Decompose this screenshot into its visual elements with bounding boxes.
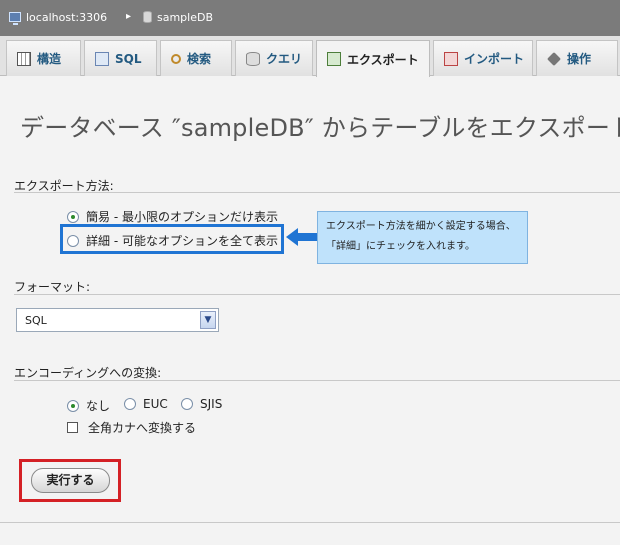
encoding-euc[interactable]: EUC <box>124 397 168 411</box>
tab-label: SQL <box>115 51 142 66</box>
section-divider <box>14 294 620 295</box>
fullwidth-kana-option[interactable]: 全角カナへ変換する <box>67 419 196 436</box>
callout-note: エクスポート方法を細かく設定する場合、 「詳細」にチェックを入れます。 <box>317 211 528 264</box>
import-icon <box>444 51 458 66</box>
section-divider <box>14 380 620 381</box>
tab-query[interactable]: クエリ <box>235 40 313 76</box>
callout-arrow-icon <box>286 228 298 246</box>
format-select-value: SQL <box>25 314 47 327</box>
tab-label: 構造 <box>37 52 62 66</box>
export-method-detail-label: 詳細 - 可能なオプションを全て表示 <box>86 234 278 248</box>
callout-line-1: エクスポート方法を細かく設定する場合、 <box>326 221 516 232</box>
tab-label: 検索 <box>187 52 212 66</box>
page-title: データベース ″sampleDB″ からテーブルをエクスポート <box>20 114 620 142</box>
chevron-down-icon[interactable]: ▼ <box>200 311 216 329</box>
tab-label: 操作 <box>567 52 592 66</box>
structure-icon <box>17 51 31 66</box>
tab-bar: 構造 SQL 検索 クエリ エクスポート インポート 操作 <box>0 36 620 77</box>
breadcrumb-database[interactable]: sampleDB <box>157 11 213 24</box>
tab-label: インポート <box>464 52 525 66</box>
radio-simple[interactable] <box>67 210 79 223</box>
tab-label: クエリ <box>266 52 303 66</box>
export-icon <box>327 52 341 66</box>
encoding-sjis-label: SJIS <box>200 397 223 411</box>
format-select[interactable]: SQL ▼ <box>16 308 219 332</box>
operations-icon <box>547 51 561 66</box>
tab-import[interactable]: インポート <box>433 40 533 76</box>
database-icon <box>143 11 152 23</box>
format-label: フォーマット: <box>14 280 91 294</box>
server-icon <box>9 12 21 25</box>
section-divider <box>14 192 620 193</box>
fullwidth-kana-checkbox[interactable] <box>67 422 78 433</box>
tab-label: エクスポート <box>347 52 419 67</box>
encoding-none-label: なし <box>86 399 111 413</box>
tab-search[interactable]: 検索 <box>160 40 232 76</box>
tab-operations[interactable]: 操作 <box>536 40 618 76</box>
run-button[interactable]: 実行する <box>31 468 110 493</box>
export-method-simple-label: 簡易 - 最小限のオプションだけ表示 <box>86 210 278 224</box>
export-method-simple[interactable]: 簡易 - 最小限のオプションだけ表示 <box>67 208 278 225</box>
tab-export[interactable]: エクスポート <box>316 40 430 77</box>
encoding-label: エンコーディングへの変換: <box>14 366 162 380</box>
radio-detail[interactable] <box>67 234 79 247</box>
callout-arrow-stem <box>297 233 317 241</box>
query-icon <box>246 51 260 66</box>
tab-structure[interactable]: 構造 <box>6 40 81 76</box>
encoding-sjis[interactable]: SJIS <box>181 397 222 411</box>
export-method-detail[interactable]: 詳細 - 可能なオプションを全て表示 <box>67 232 278 249</box>
encoding-euc-label: EUC <box>143 397 168 411</box>
encoding-none[interactable]: なし <box>67 397 110 414</box>
radio-euc[interactable] <box>124 398 136 410</box>
search-icon <box>171 53 181 64</box>
breadcrumb-server[interactable]: localhost:3306 <box>26 11 107 24</box>
sql-icon <box>95 51 109 66</box>
breadcrumb-arrow-icon: ▸ <box>126 11 132 22</box>
bottom-divider <box>0 522 620 523</box>
callout-line-2: 「詳細」にチェックを入れます。 <box>326 241 475 252</box>
radio-none[interactable] <box>67 399 79 412</box>
breadcrumb: localhost:3306 ▸ sampleDB <box>0 0 620 36</box>
tab-sql[interactable]: SQL <box>84 40 157 76</box>
fullwidth-kana-label: 全角カナへ変換する <box>88 421 197 435</box>
radio-sjis[interactable] <box>181 398 193 410</box>
